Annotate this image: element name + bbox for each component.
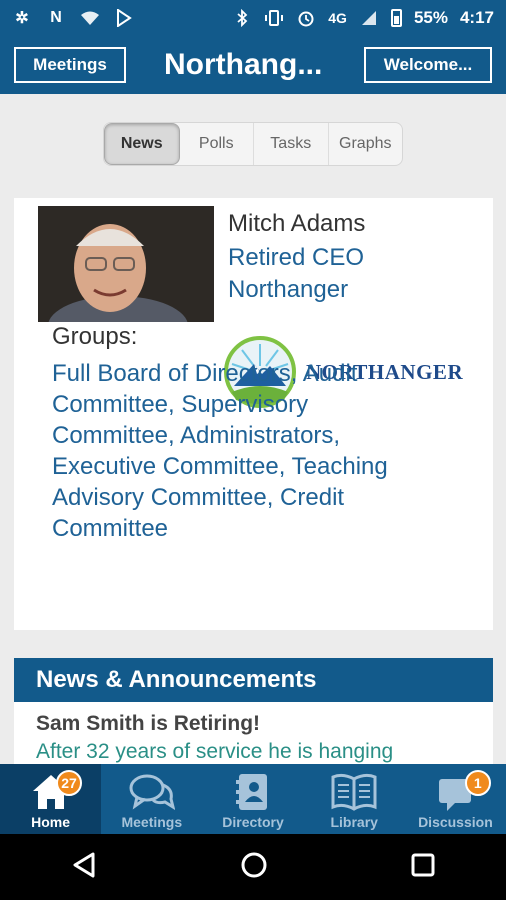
clock: 4:17 bbox=[459, 8, 494, 27]
back-icon[interactable] bbox=[71, 851, 97, 884]
nav-discussion[interactable]: 1 Discussion bbox=[405, 764, 506, 834]
groups-label: Groups: bbox=[52, 323, 138, 350]
content-tabs: News Polls Tasks Graphs bbox=[103, 122, 403, 166]
profile-organization[interactable]: Northanger bbox=[228, 276, 348, 304]
discussion-badge: 1 bbox=[464, 770, 491, 796]
nav-directory-label: Directory bbox=[222, 814, 284, 830]
status-bar: ✲ N 4G 55% 4:17 bbox=[0, 0, 506, 36]
nav-home-label: Home bbox=[31, 814, 71, 830]
wifi-question-icon bbox=[80, 8, 100, 28]
chat-bubbles-icon bbox=[128, 770, 176, 814]
page-title: Northang... bbox=[164, 48, 323, 81]
nav-directory[interactable]: Directory bbox=[202, 764, 303, 834]
signal-icon bbox=[359, 8, 379, 28]
meetings-button[interactable]: Meetings bbox=[14, 47, 126, 83]
nav-library-label: Library bbox=[330, 814, 378, 830]
groups-list[interactable]: Full Board of Directors, Audit Committee… bbox=[52, 358, 432, 544]
system-nav-bar bbox=[0, 834, 506, 900]
vibrate-icon bbox=[264, 8, 284, 28]
recents-icon[interactable] bbox=[411, 853, 435, 882]
open-book-icon bbox=[330, 770, 378, 814]
profile-role[interactable]: Retired CEO bbox=[228, 244, 364, 272]
news-item-title[interactable]: Sam Smith is Retiring! bbox=[36, 712, 260, 736]
nav-meetings[interactable]: Meetings bbox=[101, 764, 202, 834]
home-circle-icon[interactable] bbox=[240, 851, 268, 884]
bluetooth-icon bbox=[232, 8, 252, 28]
welcome-button[interactable]: Welcome... bbox=[364, 47, 492, 83]
network-type: 4G bbox=[328, 10, 347, 26]
profile-name: Mitch Adams bbox=[228, 210, 366, 237]
tab-tasks[interactable]: Tasks bbox=[254, 123, 329, 165]
battery-percent: 55% bbox=[413, 8, 448, 27]
contact-book-icon bbox=[229, 770, 277, 814]
home-badge: 27 bbox=[56, 770, 82, 796]
n-app-icon: N bbox=[50, 9, 62, 26]
nav-meetings-label: Meetings bbox=[121, 814, 183, 830]
play-store-icon bbox=[114, 8, 134, 28]
tab-graphs[interactable]: Graphs bbox=[329, 123, 403, 165]
nav-library[interactable]: Library bbox=[304, 764, 405, 834]
tab-polls[interactable]: Polls bbox=[180, 123, 254, 165]
battery-icon bbox=[390, 9, 402, 27]
nav-discussion-label: Discussion bbox=[418, 814, 493, 830]
profile-card: Mitch Adams Retired CEO Northanger Group… bbox=[14, 198, 493, 630]
news-item-snippet: After 32 years of service he is hanging bbox=[36, 740, 394, 763]
nav-home[interactable]: 27 Home bbox=[0, 764, 102, 834]
news-item[interactable]: Sam Smith is Retiring! After 32 years of… bbox=[14, 702, 493, 766]
app-header: Meetings Northang... Welcome... bbox=[0, 36, 506, 94]
bottom-nav: 27 Home Meetings Directory Library 1 Dis… bbox=[0, 764, 506, 834]
profile-photo bbox=[38, 206, 214, 322]
alarm-icon bbox=[296, 8, 316, 28]
pinwheel-icon: ✲ bbox=[15, 10, 29, 27]
news-section-header: News & Announcements bbox=[14, 658, 493, 702]
tab-news[interactable]: News bbox=[104, 123, 180, 165]
